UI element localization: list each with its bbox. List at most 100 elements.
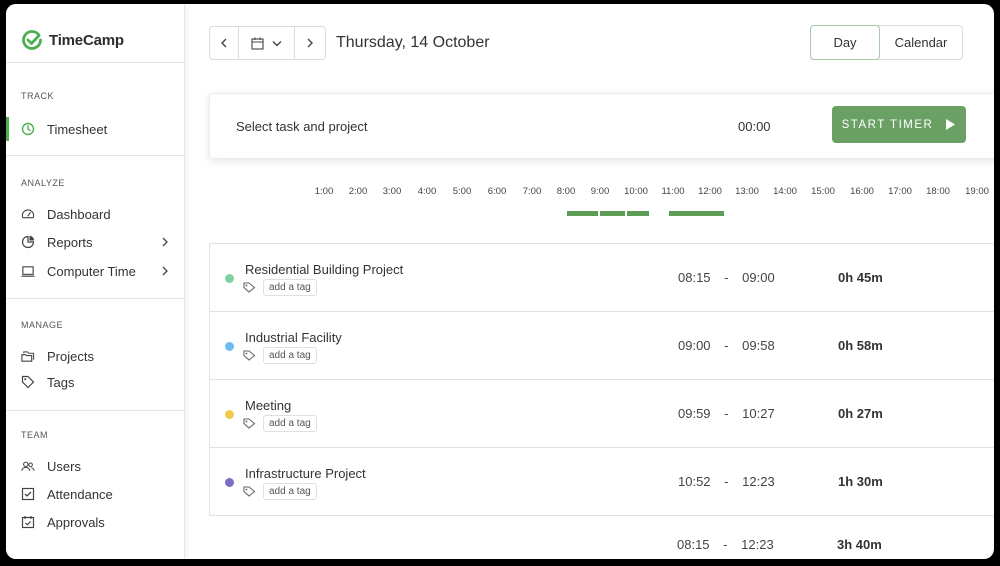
add-tag-button[interactable]: add a tag bbox=[263, 415, 317, 432]
entry-project-name[interactable]: Meeting bbox=[245, 398, 291, 413]
sidebar-item-timesheet[interactable]: Timesheet bbox=[6, 117, 185, 141]
view-day-button[interactable]: Day bbox=[810, 25, 880, 60]
timeline-entry-bar[interactable] bbox=[627, 211, 649, 216]
entry-end-time[interactable]: 09:58 bbox=[742, 338, 775, 353]
timeline-entry-bar[interactable] bbox=[669, 211, 724, 216]
add-tag-button[interactable]: add a tag bbox=[263, 483, 317, 500]
add-tag-button[interactable]: add a tag bbox=[263, 279, 317, 296]
project-color-dot bbox=[225, 410, 234, 419]
date-picker-button[interactable] bbox=[239, 27, 295, 59]
folders-icon bbox=[21, 349, 35, 363]
sidebar-divider bbox=[6, 298, 185, 299]
time-entry-row[interactable]: Infrastructure Project add a tag 10:52 -… bbox=[209, 448, 994, 516]
total-time-range: 08:15 - 12:23 bbox=[677, 537, 774, 552]
time-entry-row[interactable]: Meeting add a tag 09:59 - 10:27 0h 27m bbox=[209, 380, 994, 448]
chevron-right-icon bbox=[161, 236, 169, 251]
timer-elapsed: 00:00 bbox=[738, 119, 771, 134]
time-entry-row[interactable]: Residential Building Project add a tag 0… bbox=[209, 244, 994, 312]
timeline-hour: 11:00 bbox=[661, 186, 685, 197]
entry-time-range[interactable]: 08:15 - 09:00 bbox=[678, 270, 775, 285]
app-name: TimeCamp bbox=[49, 31, 124, 49]
entry-project-name[interactable]: Residential Building Project bbox=[245, 262, 403, 277]
timeline-hour: 15:00 bbox=[811, 186, 835, 197]
timeline-hour: 12:00 bbox=[698, 186, 722, 197]
sidebar-item-projects[interactable]: Projects bbox=[6, 344, 185, 368]
add-tag-button[interactable]: add a tag bbox=[263, 347, 317, 364]
sidebar-item-attendance[interactable]: Attendance bbox=[6, 482, 185, 506]
entry-duration[interactable]: 1h 30m bbox=[838, 474, 883, 489]
sidebar-divider bbox=[6, 62, 185, 63]
sidebar-item-label: Computer Time bbox=[47, 263, 136, 279]
sidebar-item-computer-time[interactable]: Computer Time bbox=[6, 259, 185, 283]
timeline-hour: 4:00 bbox=[417, 186, 437, 197]
entry-end-time[interactable]: 09:00 bbox=[742, 270, 775, 285]
entry-duration[interactable]: 0h 58m bbox=[838, 338, 883, 353]
project-color-dot bbox=[225, 274, 234, 283]
timeline-hour: 18:00 bbox=[926, 186, 950, 197]
timecamp-logo-icon bbox=[22, 30, 42, 50]
play-icon bbox=[946, 119, 956, 130]
entry-project-name[interactable]: Infrastructure Project bbox=[245, 466, 366, 481]
entry-end-time[interactable]: 10:27 bbox=[742, 406, 775, 421]
entry-time-range[interactable]: 10:52 - 12:23 bbox=[678, 474, 775, 489]
entry-start-time[interactable]: 08:15 bbox=[678, 270, 711, 285]
start-timer-button[interactable]: START TIMER bbox=[832, 106, 966, 143]
total-start-time: 08:15 bbox=[677, 537, 710, 552]
chevron-right-icon bbox=[307, 38, 313, 48]
section-manage: MANAGE bbox=[21, 320, 64, 330]
checkbox-icon bbox=[21, 487, 35, 501]
users-icon bbox=[21, 459, 35, 473]
sidebar-item-dashboard[interactable]: Dashboard bbox=[6, 202, 185, 226]
range-separator: - bbox=[724, 270, 729, 285]
timeline-entry-bar[interactable] bbox=[600, 211, 625, 216]
section-track: TRACK bbox=[21, 91, 55, 101]
chevron-down-icon bbox=[272, 40, 282, 46]
entry-start-time[interactable]: 10:52 bbox=[678, 474, 711, 489]
start-timer-label: START TIMER bbox=[841, 118, 934, 131]
calendar-check-icon bbox=[21, 515, 35, 529]
sidebar-item-approvals[interactable]: Approvals bbox=[6, 510, 185, 534]
task-project-selector[interactable]: Select task and project bbox=[236, 119, 368, 134]
timeline-hour: 8:00 bbox=[556, 186, 576, 197]
timeline-hour: 10:00 bbox=[624, 186, 648, 197]
timeline-hour: 19:00 bbox=[965, 186, 989, 197]
entry-duration[interactable]: 0h 45m bbox=[838, 270, 883, 285]
sidebar-item-users[interactable]: Users bbox=[6, 454, 185, 478]
tag-icon bbox=[21, 375, 35, 389]
time-entry-row[interactable]: Industrial Facility add a tag 09:00 - 09… bbox=[209, 312, 994, 380]
sidebar-item-label: Users bbox=[47, 458, 81, 474]
timeline-hour: 6:00 bbox=[487, 186, 507, 197]
app-window: TimeCamp TRACK Timesheet ANALYZE Dashboa… bbox=[6, 4, 994, 559]
total-end-time: 12:23 bbox=[741, 537, 774, 552]
range-separator: - bbox=[724, 338, 729, 353]
entry-duration[interactable]: 0h 27m bbox=[838, 406, 883, 421]
prev-day-button[interactable] bbox=[210, 27, 239, 59]
date-navigation bbox=[209, 26, 326, 60]
sidebar: TimeCamp TRACK Timesheet ANALYZE Dashboa… bbox=[6, 4, 185, 559]
section-analyze: ANALYZE bbox=[21, 178, 65, 188]
sidebar-item-label: Attendance bbox=[47, 486, 113, 502]
sidebar-item-reports[interactable]: Reports bbox=[6, 230, 185, 254]
current-date: Thursday, 14 October bbox=[336, 34, 490, 51]
sidebar-item-tags[interactable]: Tags bbox=[6, 370, 185, 394]
timeline-hour: 16:00 bbox=[850, 186, 874, 197]
sidebar-item-label: Timesheet bbox=[47, 121, 108, 137]
entry-time-range[interactable]: 09:59 - 10:27 bbox=[678, 406, 775, 421]
timeline-hour: 9:00 bbox=[590, 186, 610, 197]
timer-bar: Select task and project 00:00 START TIME… bbox=[209, 93, 994, 159]
tag-icon bbox=[243, 282, 256, 293]
chevron-left-icon bbox=[221, 38, 227, 48]
next-day-button[interactable] bbox=[295, 27, 325, 59]
app-logo[interactable]: TimeCamp bbox=[21, 28, 124, 52]
entry-time-range[interactable]: 09:00 - 09:58 bbox=[678, 338, 775, 353]
sidebar-item-label: Reports bbox=[47, 234, 93, 250]
project-color-dot bbox=[225, 478, 234, 487]
view-calendar-button[interactable]: Calendar bbox=[880, 26, 962, 59]
entry-project-name[interactable]: Industrial Facility bbox=[245, 330, 342, 345]
timeline-hour: 3:00 bbox=[382, 186, 402, 197]
entry-end-time[interactable]: 12:23 bbox=[742, 474, 775, 489]
range-separator: - bbox=[723, 537, 728, 552]
timeline-entry-bar[interactable] bbox=[567, 211, 598, 216]
entry-start-time[interactable]: 09:00 bbox=[678, 338, 711, 353]
entry-start-time[interactable]: 09:59 bbox=[678, 406, 711, 421]
